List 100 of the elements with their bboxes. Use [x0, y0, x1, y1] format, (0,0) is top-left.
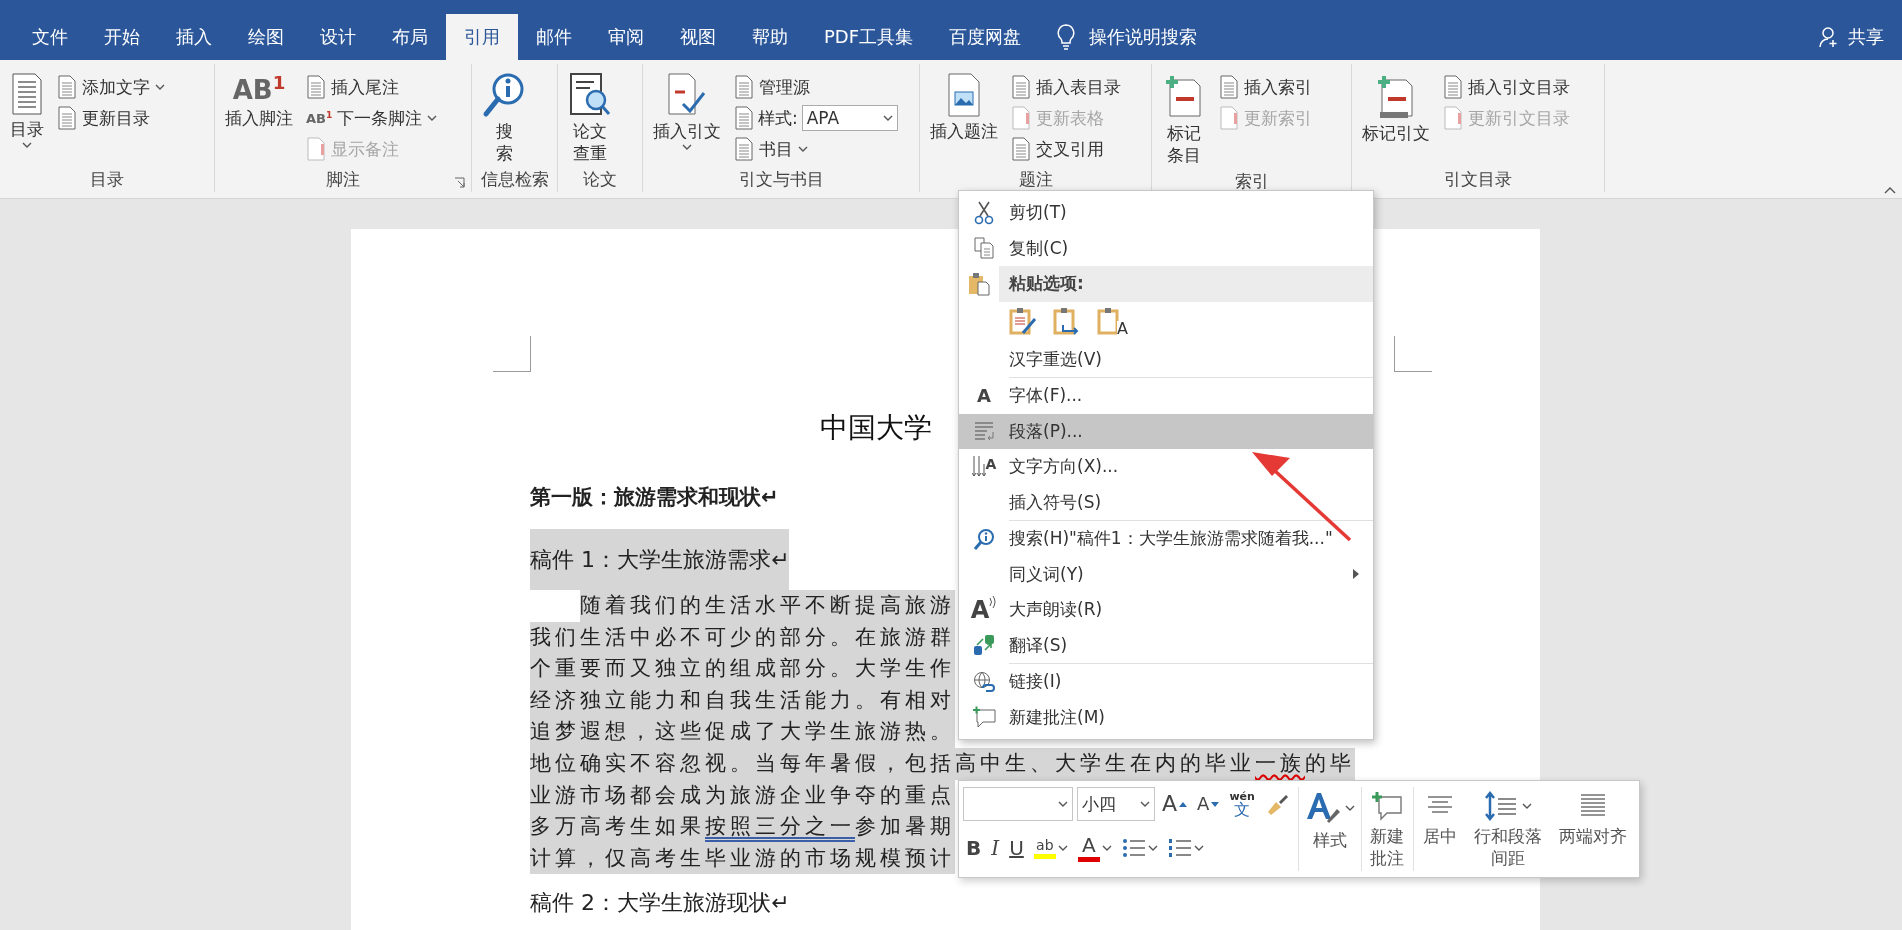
menu-item[interactable]: 新建批注(M)	[959, 699, 1373, 735]
caret-icon	[155, 83, 165, 91]
toolbar-button[interactable]: 居中	[1413, 787, 1466, 871]
ribbon-tab[interactable]: 百度网盘	[931, 14, 1040, 60]
document-search-icon	[568, 72, 612, 118]
menu-item[interactable]: 复制(C)	[959, 230, 1373, 266]
bold-button[interactable]: B	[963, 831, 985, 865]
ribbon-button[interactable]: 插入表目录	[1008, 72, 1124, 102]
triangle-icon	[1179, 801, 1188, 807]
ribbon-tab[interactable]: 帮助	[734, 14, 806, 60]
toolbar-button[interactable]: 行和段落间距	[1465, 787, 1551, 871]
ribbon-button[interactable]: 插入索引	[1216, 72, 1315, 102]
caret-icon	[1140, 800, 1150, 808]
page-icon	[57, 106, 77, 130]
shrink-font-button[interactable]: A	[1194, 787, 1223, 821]
menu-item[interactable]: A 文字方向(X)...	[959, 449, 1373, 485]
page-icon	[1443, 75, 1463, 99]
menu-item[interactable]: 插入符号(S)	[959, 484, 1373, 520]
grow-font-button[interactable]: A	[1159, 787, 1191, 821]
page-icon	[1443, 106, 1463, 130]
ribbon-button[interactable]: 插入引文	[649, 70, 725, 166]
caret-icon	[682, 144, 692, 151]
group-label: 索引	[1234, 170, 1269, 193]
collapse-ribbon-icon[interactable]	[1884, 186, 1896, 194]
document-list-icon	[10, 72, 44, 116]
ribbon-tab[interactable]: 布局	[374, 14, 446, 60]
caret-icon	[22, 142, 32, 149]
ribbon-button[interactable]: 插入题注	[926, 70, 1002, 166]
ribbon-button[interactable]: 论文查重	[564, 70, 616, 166]
caret-icon	[1521, 802, 1532, 810]
paragraph-icon	[973, 421, 995, 442]
ribbon-button[interactable]: 插入尾注	[303, 72, 441, 102]
menu-item[interactable]: 剪切(T)	[959, 195, 1373, 231]
ribbon-tab[interactable]: 视图	[662, 14, 734, 60]
ribbon-button[interactable]: 书目	[731, 134, 898, 164]
ribbon-button[interactable]: 添加文字	[54, 72, 168, 102]
ribbon-tab[interactable]: 邮件	[518, 14, 590, 60]
page-icon	[734, 106, 754, 130]
group-label: 引文目录	[1444, 168, 1512, 191]
draft-heading: 稿件 1：大学生旅游需求↵	[530, 529, 790, 590]
paste-option-button[interactable]	[1009, 306, 1039, 337]
ribbon-tab[interactable]: 设计	[302, 14, 374, 60]
menu-item[interactable]: 汉字重选(V)	[959, 341, 1373, 377]
ribbon-button[interactable]: AB$^{1}$ 下一条脚注	[303, 103, 441, 133]
menu-item[interactable]: 搜索(H)"稿件1：大学生旅游需求随着我..."	[959, 521, 1373, 557]
next-footnote-icon: AB$^{1}$	[306, 109, 333, 127]
ribbon-button[interactable]: 插入引文目录	[1440, 72, 1573, 102]
toolbar-button[interactable]: 新建批注	[1361, 787, 1414, 871]
ribbon-tab[interactable]: 引用	[446, 14, 518, 60]
ribbon-button[interactable]: 搜索	[478, 70, 530, 166]
toolbar-button[interactable]: 两端对齐	[1550, 787, 1636, 871]
font-color-button[interactable]: A	[1074, 831, 1115, 865]
ribbon-tab[interactable]: 文件	[14, 14, 86, 60]
toolbar-button[interactable]: 样式	[1298, 787, 1362, 871]
italic-button[interactable]: I	[988, 831, 1003, 865]
phonetic-guide-button[interactable]: wén 文	[1226, 787, 1258, 821]
person-icon	[1818, 26, 1840, 48]
group-label: 脚注	[326, 168, 360, 191]
ribbon-tab[interactable]: 绘图	[230, 14, 302, 60]
caret-icon	[1101, 844, 1112, 852]
tell-me-search[interactable]: 操作说明搜索	[1039, 14, 1216, 60]
ribbon-button[interactable]: 标记条目	[1158, 70, 1210, 168]
caret-icon	[1147, 844, 1158, 852]
style-select[interactable]: APA	[801, 105, 898, 131]
ribbon-button[interactable]: 管理源	[731, 72, 898, 102]
ribbon-button[interactable]: 交叉引用	[1008, 134, 1124, 164]
footnote-icon: AB$^{1}$	[232, 72, 286, 105]
group-label: 题注	[1018, 168, 1053, 191]
menu-item[interactable]: 链接(I)	[959, 664, 1373, 700]
menu-item[interactable]: 段落(P)...	[959, 413, 1373, 449]
group-label: 信息检索	[480, 168, 549, 191]
font-name-field[interactable]	[963, 787, 1073, 821]
ribbon-tab[interactable]: 插入	[158, 14, 230, 60]
ribbon-button[interactable]: 目录	[6, 70, 48, 166]
page-icon	[734, 137, 754, 161]
caret-icon	[1057, 844, 1068, 852]
section-heading: 第一版：旅游需求和现状↵	[530, 484, 779, 511]
font-size-field[interactable]: 小四	[1077, 787, 1155, 821]
ribbon-tab[interactable]: PDF工具集	[806, 14, 932, 60]
font-icon: A	[977, 385, 991, 407]
ribbon-button[interactable]: 更新目录	[54, 103, 168, 133]
ribbon-tab[interactable]: 开始	[86, 14, 158, 60]
ribbon-tab[interactable]: 审阅	[590, 14, 662, 60]
underline-button[interactable]: U	[1006, 831, 1027, 865]
menu-item[interactable]: 同义词(Y)	[959, 556, 1373, 592]
ribbon-button[interactable]: AB$^{1}$ 插入脚注	[221, 70, 297, 166]
dialog-launcher-icon[interactable]	[454, 177, 465, 188]
share-button[interactable]: 共享	[1812, 14, 1890, 60]
menu-item[interactable]: 翻译(S)	[959, 627, 1373, 663]
menu-item[interactable]: A 字体(F)...	[959, 378, 1373, 414]
clipboard-icon	[968, 271, 990, 296]
menu-item[interactable]: A 大声朗读(R)	[959, 592, 1373, 628]
scissors-icon	[974, 200, 994, 225]
new-comment-icon	[972, 706, 996, 729]
page-icon	[57, 75, 77, 99]
ribbon-button[interactable]: 标记引文	[1358, 70, 1434, 166]
crop-mark	[1394, 336, 1432, 372]
highlight-button[interactable]: ab	[1030, 831, 1071, 865]
crop-mark	[493, 336, 531, 372]
style-label: 样式:	[758, 106, 798, 130]
